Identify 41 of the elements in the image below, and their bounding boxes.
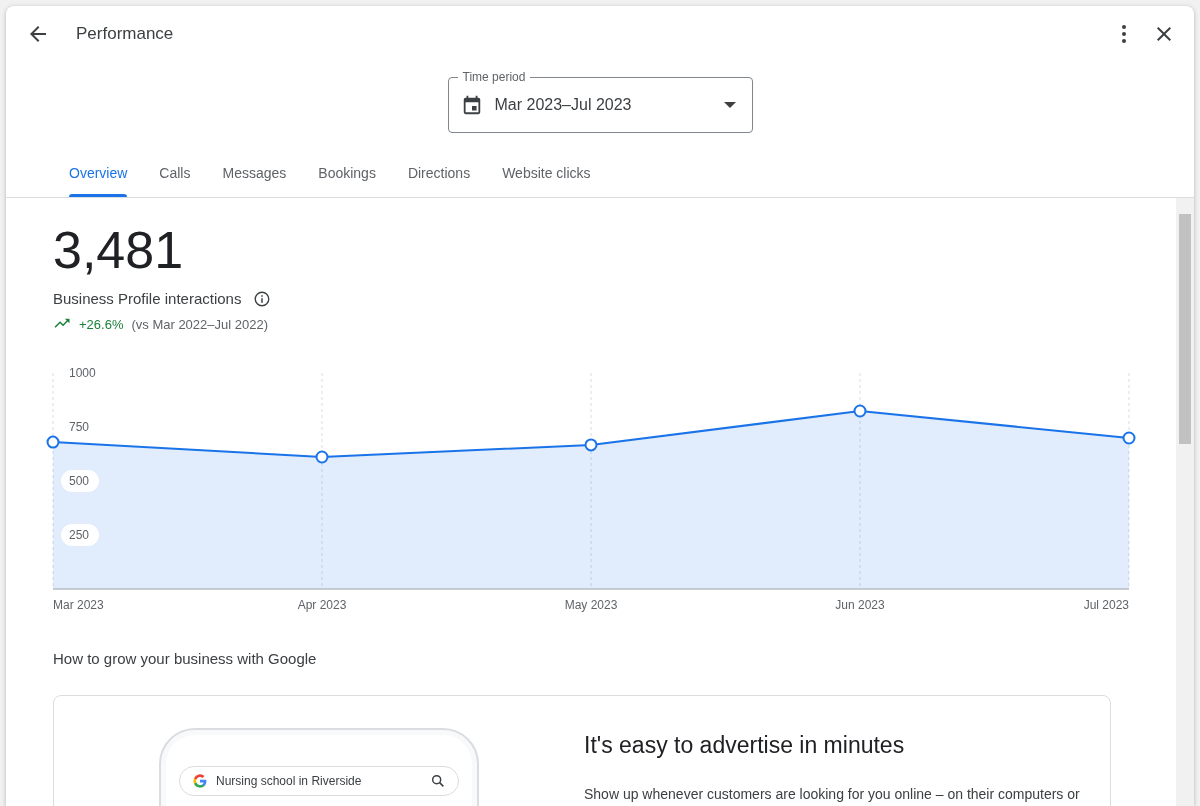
x-tick-label: Jul 2023 bbox=[1083, 598, 1129, 612]
info-icon[interactable] bbox=[253, 290, 272, 309]
window-title: Performance bbox=[76, 23, 174, 46]
tab[interactable]: Website clicks bbox=[486, 153, 607, 197]
y-tick-label: 250 bbox=[69, 528, 90, 542]
tab[interactable]: Calls bbox=[143, 153, 207, 197]
caret-icon bbox=[723, 101, 736, 109]
promo-text: Show up whenever customers are looking for you online – on their computers or bbox=[584, 785, 1081, 804]
x-tick-label: Apr 2023 bbox=[297, 598, 347, 612]
y-tick-label: 750 bbox=[69, 420, 90, 434]
y-tick-label: 500 bbox=[61, 470, 99, 492]
scrollbar-thumb[interactable] bbox=[1179, 214, 1191, 444]
y-tick-label: 250 bbox=[61, 524, 99, 546]
tab[interactable]: Overview bbox=[53, 153, 144, 197]
x-tick-label: Mar 2023 bbox=[53, 598, 104, 612]
data-point[interactable] bbox=[315, 450, 329, 464]
x-tick-label: Jun 2023 bbox=[835, 598, 885, 612]
tab[interactable]: Bookings bbox=[302, 153, 392, 197]
data-point[interactable] bbox=[1122, 431, 1136, 445]
more-vertical-icon bbox=[1122, 25, 1126, 43]
search-icon bbox=[430, 772, 446, 789]
y-tick-label: 1000 bbox=[69, 366, 97, 380]
x-tick-label: May 2023 bbox=[564, 598, 618, 612]
y-tick-label: 500 bbox=[69, 474, 90, 488]
tab[interactable]: Messages bbox=[206, 153, 303, 197]
comparison-period: (vs Mar 2022–Jul 2022) bbox=[131, 315, 269, 334]
scrollbar[interactable] bbox=[1176, 198, 1194, 806]
data-point[interactable] bbox=[853, 404, 867, 418]
section-heading: How to grow your business with Google bbox=[53, 649, 318, 669]
promo-title: It's easy to advertise in minutes bbox=[584, 730, 906, 760]
google-logo-icon bbox=[192, 772, 208, 789]
total-count: 3,481 bbox=[53, 220, 185, 280]
trending-up-icon bbox=[53, 318, 71, 331]
change-percentage: +26.6% bbox=[79, 315, 124, 334]
metric-label: Business Profile interactions bbox=[53, 289, 242, 309]
data-point[interactable] bbox=[46, 435, 60, 449]
y-tick-label: 1000 bbox=[61, 362, 99, 384]
tab[interactable]: Directions bbox=[391, 153, 487, 197]
y-tick-label: 750 bbox=[61, 416, 99, 438]
search-text: Nursing school in Riverside bbox=[216, 772, 363, 790]
data-point[interactable] bbox=[584, 438, 598, 452]
